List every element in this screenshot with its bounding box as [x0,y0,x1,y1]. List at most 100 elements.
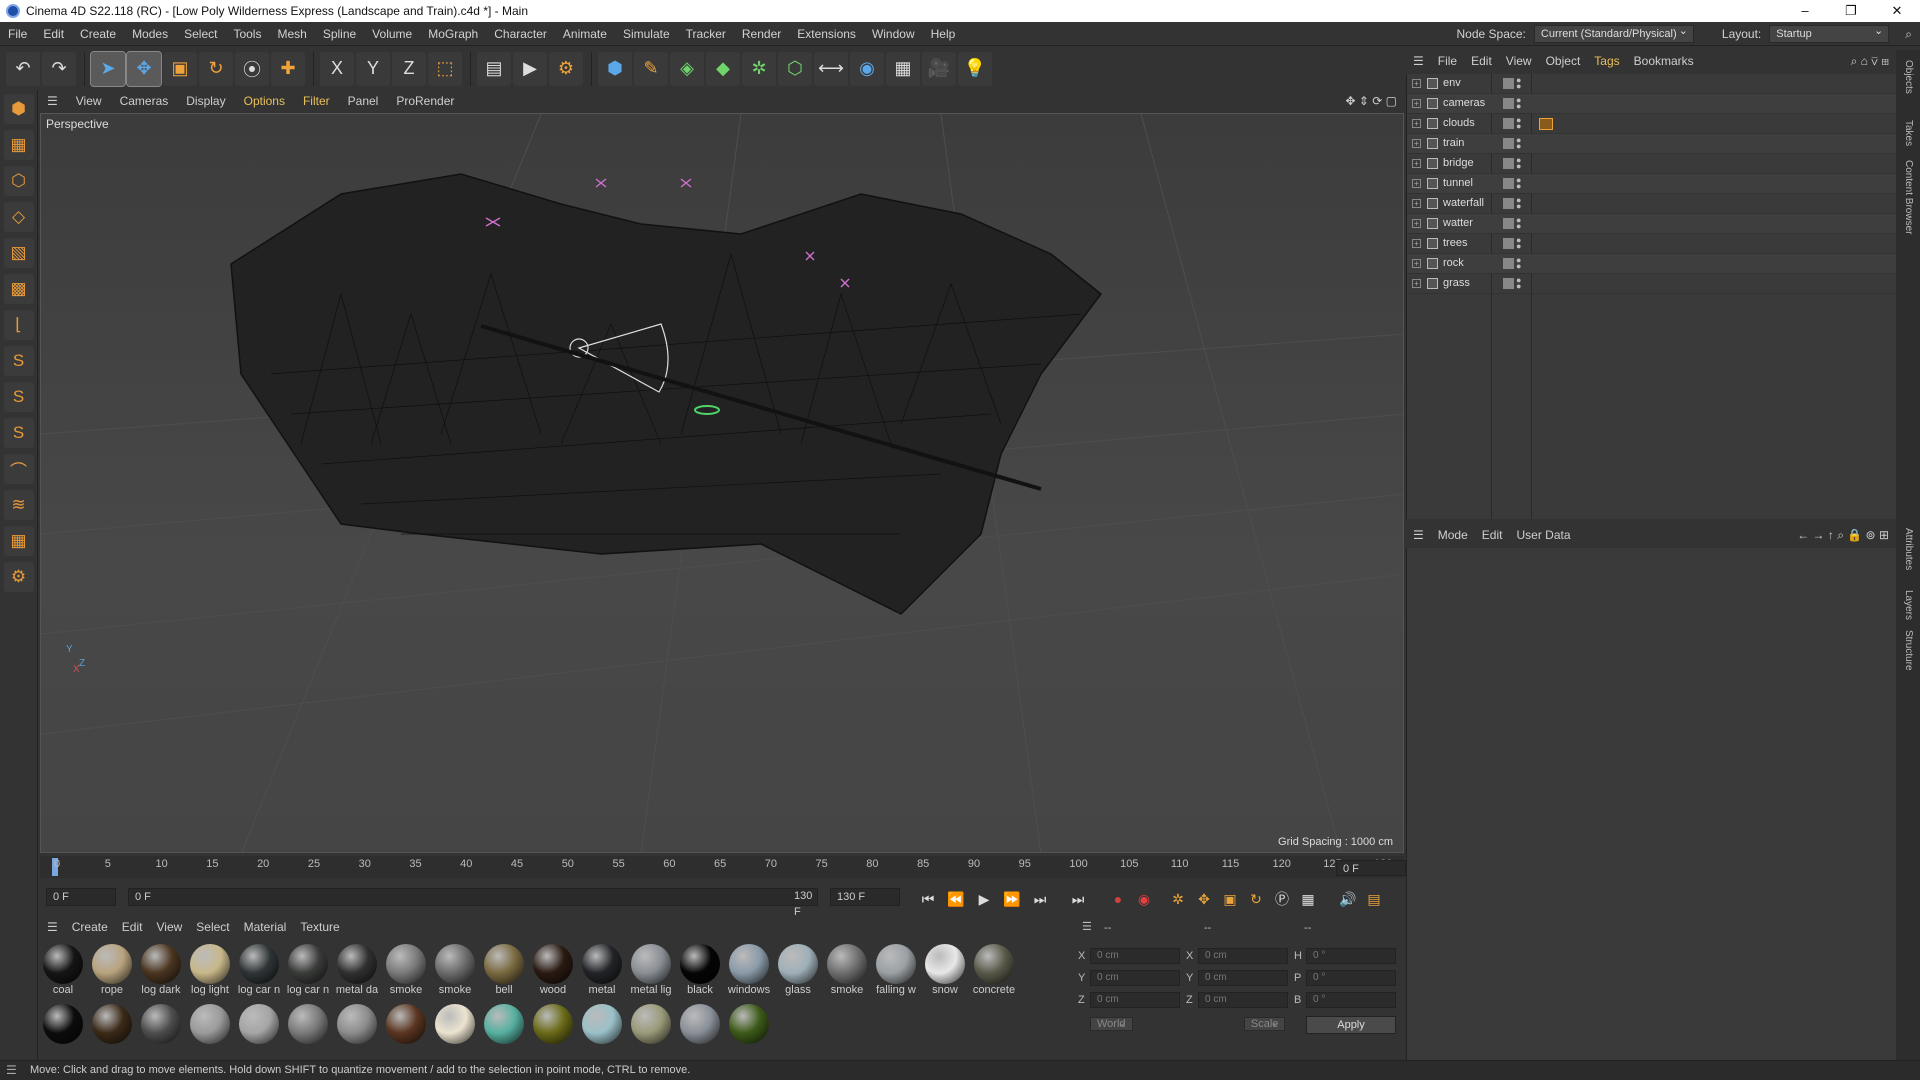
expand-icon[interactable]: + [1412,199,1421,208]
render-settings-icon[interactable]: ⚙ [549,51,583,86]
undo-icon[interactable]: ↶ [6,51,40,86]
coord-icon[interactable]: ⬚ [428,51,462,86]
redo-icon[interactable]: ↷ [42,51,76,86]
autokey-icon[interactable]: ◉ [1132,888,1156,910]
material-swatch[interactable]: glass [775,944,821,996]
cube-icon[interactable]: ⬢ [598,51,632,86]
solo-icon[interactable]: S [3,346,34,376]
om-menu-edit[interactable]: Edit [1464,54,1499,68]
expand-icon[interactable]: + [1412,259,1421,268]
key-scale-icon[interactable]: ▣ [1218,888,1242,910]
coords-menu-icon[interactable]: ☰ [1082,920,1092,933]
object-name[interactable]: rock [1443,257,1464,269]
menu-file[interactable]: File [0,27,35,41]
tab-structure[interactable]: Structure [1903,630,1914,671]
material-swatch[interactable]: metal lig [628,944,674,996]
menu-character[interactable]: Character [486,27,555,41]
visibility-check-icon[interactable] [1503,198,1514,209]
editor-render-visibility-icon[interactable]: ● ● [1516,236,1521,251]
menu-mograph[interactable]: MoGraph [420,27,486,41]
editor-render-visibility-icon[interactable]: ● ● [1516,216,1521,231]
material-swatch[interactable]: snow [922,944,968,996]
viewport-nav-icons[interactable]: ✥ ⇕ ⟳ ▢ [1336,94,1406,108]
rotation-b-field[interactable]: 0 ° [1306,992,1396,1008]
om-menu-file[interactable]: File [1431,54,1464,68]
key-rot-icon[interactable]: ↻ [1244,888,1268,910]
object-row[interactable]: + tunnel ● ● [1407,174,1897,194]
editor-render-visibility-icon[interactable]: ● ● [1516,76,1521,91]
material-swatch[interactable] [481,1004,527,1044]
om-menu-icon[interactable]: ☰ [1406,54,1431,68]
tab-content-browser[interactable]: Content Browser [1903,160,1914,234]
workplane-icon[interactable]: ≋ [3,490,34,520]
menu-edit[interactable]: Edit [35,27,72,41]
menu-mesh[interactable]: Mesh [269,27,314,41]
object-name[interactable]: cameras [1443,97,1485,109]
menu-modes[interactable]: Modes [124,27,176,41]
visibility-check-icon[interactable] [1503,158,1514,169]
start-frame-field[interactable]: 0 F [46,888,116,906]
status-menu-icon[interactable]: ☰ [6,1063,17,1077]
material-menu-material[interactable]: Material [237,920,294,934]
material-swatch[interactable] [236,1004,282,1044]
editor-render-visibility-icon[interactable]: ● ● [1516,176,1521,191]
size-y-field[interactable]: 0 cm [1198,970,1288,986]
expand-icon[interactable]: + [1412,139,1421,148]
move-icon[interactable]: ✥ [126,50,162,87]
material-swatch[interactable] [89,1004,135,1044]
goto-start-icon[interactable]: ⏮ [916,888,940,910]
menu-simulate[interactable]: Simulate [615,27,678,41]
viewport-menu-view[interactable]: View [67,94,111,108]
node-space-dropdown[interactable]: Current (Standard/Physical) [1533,23,1694,43]
visibility-check-icon[interactable] [1503,238,1514,249]
material-swatch[interactable]: log car n [285,944,331,996]
magnet-icon[interactable]: ⌒ [3,454,34,484]
axis-icon[interactable]: ⌊ [3,310,34,340]
menu-help[interactable]: Help [923,27,964,41]
om-toolbar-icons[interactable]: ⌕ ⌂ ⊽ ⊞ [1844,54,1896,69]
object-name[interactable]: watter [1443,217,1473,229]
expand-icon[interactable]: + [1412,239,1421,248]
viewport-menu-filter[interactable]: Filter [294,94,339,108]
material-swatch[interactable]: concrete [971,944,1017,996]
attr-menu-mode[interactable]: Mode [1431,528,1475,542]
om-menu-view[interactable]: View [1499,54,1539,68]
goto-last-icon[interactable]: ⏭ [1066,888,1090,910]
edge-mode-icon[interactable]: ◇ [3,202,34,232]
pen-icon[interactable]: ✎ [634,51,668,86]
object-row[interactable]: + waterfall ● ● [1407,194,1897,214]
end-frame-field[interactable]: 130 F [830,888,900,906]
editor-render-visibility-icon[interactable]: ● ● [1516,96,1521,111]
next-key-icon[interactable]: ⏩ [1000,888,1024,910]
menu-volume[interactable]: Volume [364,27,420,41]
material-swatch[interactable]: coal [40,944,86,996]
om-menu-object[interactable]: Object [1539,54,1588,68]
solo-hierarchy-icon[interactable]: S [3,418,34,448]
material-swatch[interactable] [40,1004,86,1044]
object-name[interactable]: bridge [1443,157,1474,169]
material-swatch[interactable]: windows [726,944,772,996]
timeline-window-icon[interactable]: ▤ [1362,888,1386,910]
texture-mode-icon[interactable]: ▦ [3,130,34,160]
material-menu-create[interactable]: Create [65,920,115,934]
attr-menu-icon[interactable]: ☰ [1406,528,1431,542]
visibility-check-icon[interactable] [1503,218,1514,229]
voronoi-icon[interactable]: ⬡ [778,51,812,86]
object-row[interactable]: + env ● ● [1407,74,1897,94]
size-z-field[interactable]: 0 cm [1198,992,1288,1008]
perspective-viewport[interactable]: Perspective Y X Z Grid Spacing : 1000 cm [40,113,1404,853]
editor-render-visibility-icon[interactable]: ● ● [1516,276,1521,291]
object-name[interactable]: grass [1443,277,1470,289]
visibility-check-icon[interactable] [1503,178,1514,189]
material-swatch[interactable] [726,1004,772,1044]
rotate-icon[interactable]: ↻ [199,51,233,86]
object-name[interactable]: trees [1443,237,1467,249]
keyframe-sel-icon[interactable]: ✲ [1166,888,1190,910]
editor-render-visibility-icon[interactable]: ● ● [1516,196,1521,211]
viewport-menu-icon[interactable]: ☰ [38,94,67,108]
tab-attributes[interactable]: Attributes [1903,528,1914,570]
editor-render-visibility-icon[interactable]: ● ● [1516,136,1521,151]
visibility-check-icon[interactable] [1503,138,1514,149]
object-name[interactable]: tunnel [1443,177,1473,189]
expand-icon[interactable]: + [1412,179,1421,188]
